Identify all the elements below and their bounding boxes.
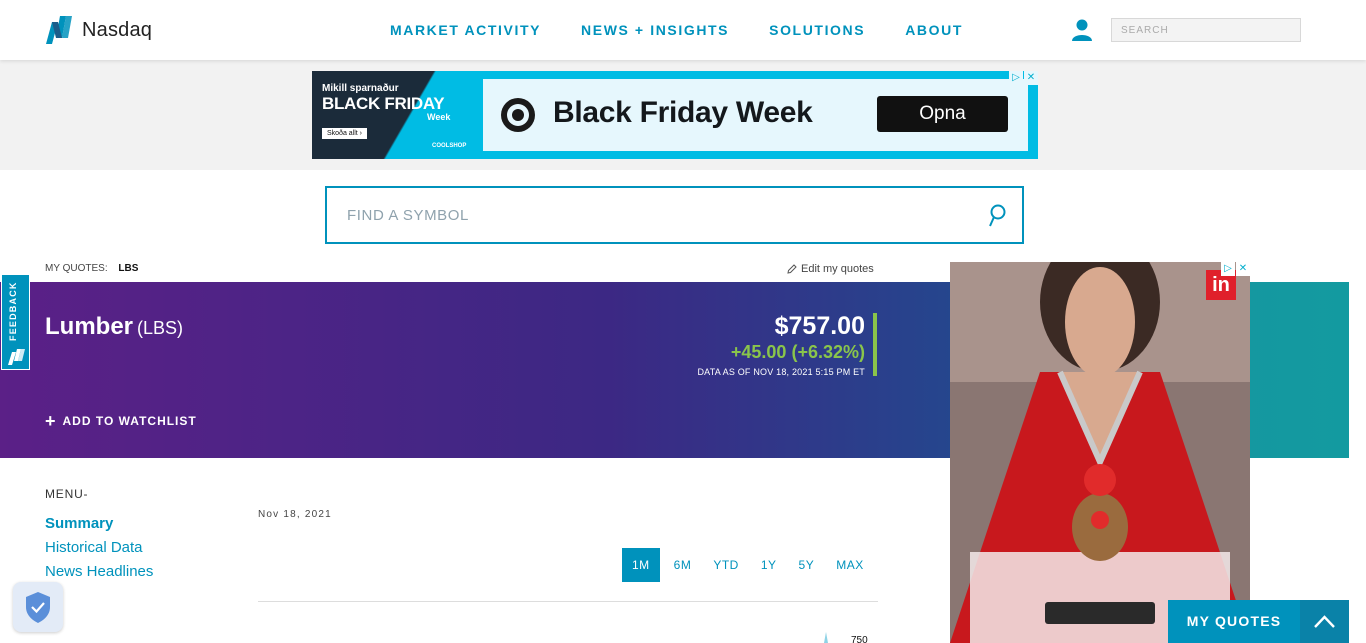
side-ad-close-icon[interactable]: ✕ (1236, 262, 1250, 276)
ad-creative-right: Black Friday Week Opna (483, 79, 1028, 151)
menu-item-news-headlines[interactable]: News Headlines (45, 563, 153, 580)
user-icon[interactable] (1072, 19, 1092, 41)
nav-solutions[interactable]: SOLUTIONS (769, 22, 865, 38)
search-icon[interactable] (988, 204, 1006, 228)
page: Nasdaq MARKET ACTIVITY NEWS + INSIGHTS S… (0, 0, 1366, 643)
nav-news-insights[interactable]: NEWS + INSIGHTS (581, 22, 729, 38)
ad-banner[interactable]: Mikill sparnaður BLACK FRIDAY Week Skoða… (312, 71, 1038, 159)
ad-choices[interactable]: ▷ ✕ (1008, 71, 1038, 85)
range-5y-button[interactable]: 5Y (789, 548, 825, 582)
nasdaq-logo-icon (46, 16, 72, 44)
symbol-search-input[interactable] (327, 188, 927, 242)
edit-quotes-label: Edit my quotes (801, 263, 874, 275)
quote-title: Lumber (45, 313, 134, 340)
coolshop-logo-icon (501, 98, 535, 132)
ad-product-image (950, 262, 1250, 643)
side-ad-info-icon[interactable]: ▷ (1221, 262, 1235, 276)
nav-market-activity[interactable]: MARKET ACTIVITY (390, 22, 541, 38)
chevron-up-icon (1314, 615, 1335, 628)
range-max-button[interactable]: MAX (826, 548, 874, 582)
ad-creative-left: Mikill sparnaður BLACK FRIDAY Week Skoða… (312, 71, 483, 159)
quote-change: +45.00 (+6.32%) (730, 342, 865, 362)
chart-divider (258, 601, 878, 602)
ad-info-icon[interactable]: ▷ (1009, 71, 1023, 85)
range-6m-button[interactable]: 6M (664, 548, 702, 582)
menu-item-historical-data[interactable]: Historical Data (45, 539, 143, 556)
site-header: Nasdaq MARKET ACTIVITY NEWS + INSIGHTS S… (0, 0, 1366, 60)
range-1y-button[interactable]: 1Y (751, 548, 787, 582)
quote-price: $757.00 (774, 312, 865, 340)
add-to-watchlist-button[interactable]: + ADD TO WATCHLIST (45, 411, 197, 431)
main-nav: MARKET ACTIVITY NEWS + INSIGHTS SOLUTION… (390, 22, 963, 38)
my-quotes-row: MY QUOTES: LBS (45, 263, 138, 274)
ad-close-icon[interactable]: ✕ (1024, 71, 1038, 85)
ad-brand: COOLSHOP (432, 143, 467, 149)
my-quotes-symbol[interactable]: LBS (118, 263, 138, 274)
plus-icon: + (45, 411, 57, 431)
nasdaq-mini-logo-icon (8, 349, 25, 365)
menu-item-summary[interactable]: Summary (45, 515, 113, 532)
ad-week-text: Week (427, 112, 451, 122)
privacy-shield-button[interactable] (13, 582, 63, 632)
shield-check-icon (26, 592, 50, 623)
change-indicator-bar (873, 313, 877, 376)
my-quotes-toggle[interactable] (1300, 600, 1349, 643)
chart-line-fragment (824, 632, 828, 643)
site-search-input[interactable] (1111, 18, 1301, 42)
quote-name: Lumber (LBS) (45, 313, 183, 341)
symbol-search (325, 186, 1024, 244)
nasdaq-logo[interactable]: Nasdaq (44, 16, 152, 44)
nav-about[interactable]: ABOUT (905, 22, 963, 38)
ad-title: Black Friday Week (553, 96, 813, 129)
ad-open-button[interactable]: Opna (877, 96, 1008, 132)
range-ytd-button[interactable]: YTD (703, 548, 749, 582)
side-ad[interactable]: in ▷ ✕ (950, 262, 1250, 643)
my-quotes-tab[interactable]: MY QUOTES (1168, 600, 1300, 643)
side-ad-choices[interactable]: ▷ ✕ (1220, 262, 1250, 276)
range-1m-button[interactable]: 1M (622, 548, 660, 582)
feedback-label: FEEDBACK (8, 281, 18, 341)
menu-label: MENU- (45, 487, 89, 501)
feedback-tab[interactable]: FEEDBACK (1, 274, 30, 370)
logo-text: Nasdaq (82, 18, 153, 41)
add-to-watchlist-label: ADD TO WATCHLIST (62, 414, 197, 428)
ad-small-text: Mikill sparnaður (322, 83, 399, 94)
my-quotes-label: MY QUOTES: (45, 263, 108, 274)
ad-small-cta: Skoða allt › (322, 128, 368, 139)
quote-ticker: (LBS) (137, 318, 184, 338)
chart-date: Nov 18, 2021 (258, 509, 332, 520)
edit-quotes-link[interactable]: Edit my quotes (787, 263, 874, 275)
pencil-icon (787, 264, 797, 274)
chart-range-selector: 1M 6M YTD 1Y 5Y MAX (622, 548, 874, 582)
quote-as-of: DATA AS OF NOV 18, 2021 5:15 PM ET (697, 367, 865, 377)
ad-big-text: BLACK FRIDAY (322, 94, 445, 113)
chart-axis-tick: 750 (851, 635, 868, 643)
